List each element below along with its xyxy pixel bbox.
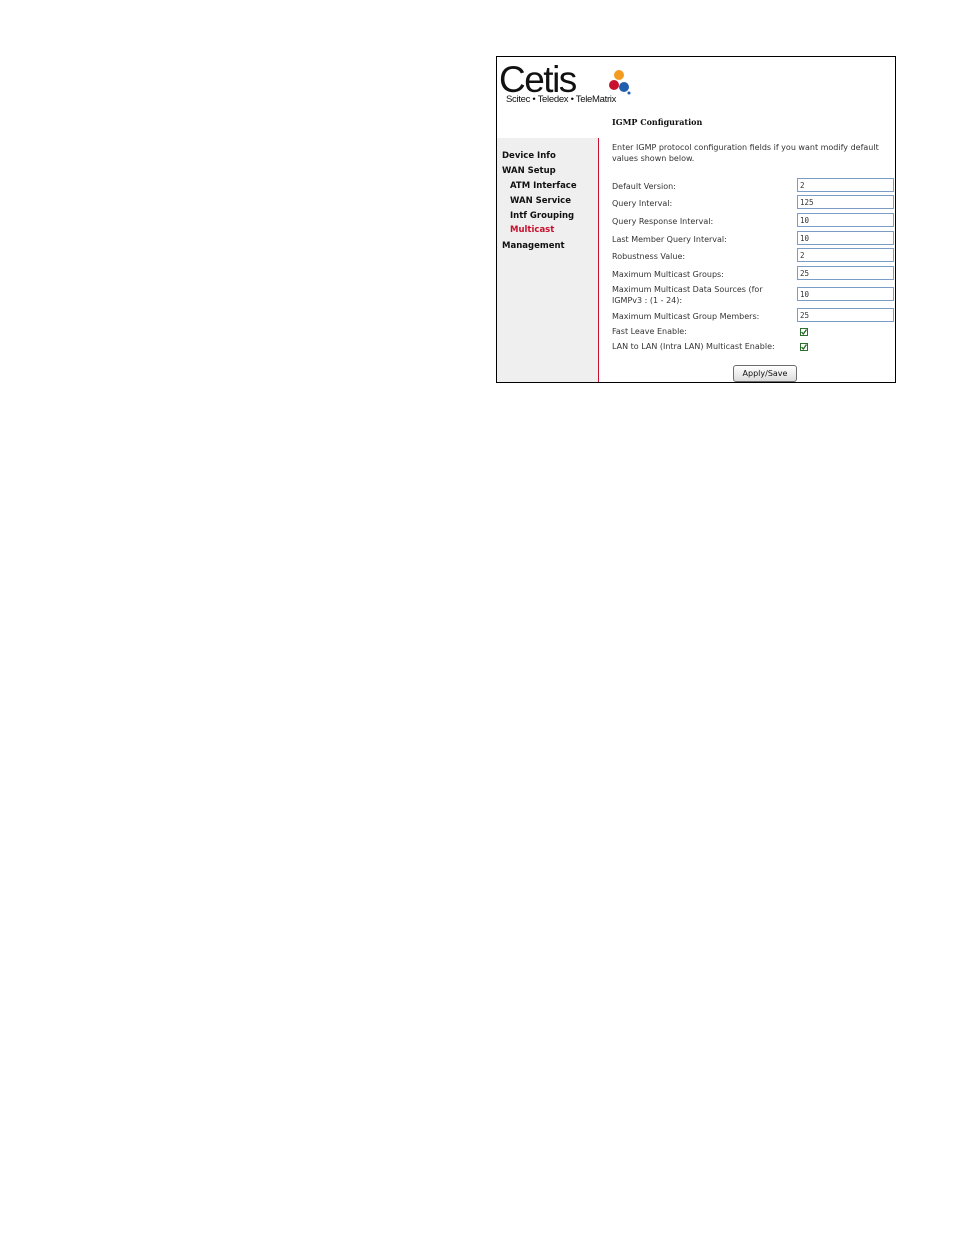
max-multicast-groups-label: Maximum Multicast Groups: [612,270,724,279]
fast-leave-checkbox[interactable] [800,328,808,336]
logo-tagline: Scitec • Teledex • TeleMatrix [506,94,617,105]
default-version-label: Default Version: [612,182,676,191]
query-response-interval-input[interactable] [797,213,894,227]
max-multicast-groups-input[interactable] [797,266,894,280]
query-interval-label: Query Interval: [612,199,673,208]
max-multicast-data-sources-input[interactable] [797,287,894,301]
brand-logo: Cetis Scitec • Teledex • TeleMatrix [499,61,639,111]
sidebar-item-device-info[interactable]: Device Info [502,151,556,161]
checkmark-icon [801,329,808,336]
sidebar-nav: Device Info WAN Setup ATM Interface WAN … [497,138,599,382]
sidebar-item-atm-interface[interactable]: ATM Interface [510,181,577,191]
sidebar-item-management[interactable]: Management [502,241,565,251]
page-title: IGMP Configuration [612,117,703,127]
checkmark-icon [801,344,808,351]
sidebar-item-wan-setup[interactable]: WAN Setup [502,166,556,176]
query-interval-input[interactable] [797,195,894,209]
last-member-query-interval-label: Last Member Query Interval: [612,235,727,244]
robustness-value-label: Robustness Value: [612,252,686,261]
router-config-window: Cetis Scitec • Teledex • TeleMatrix Devi… [496,56,896,383]
last-member-query-interval-input[interactable] [797,231,894,245]
sidebar-item-wan-service[interactable]: WAN Service [510,196,571,206]
apply-save-button[interactable]: Apply/Save [733,365,797,382]
max-multicast-data-sources-label: Maximum Multicast Data Sources (for IGMP… [612,285,763,305]
sidebar-item-intf-grouping[interactable]: Intf Grouping [510,211,574,221]
fast-leave-label: Fast Leave Enable: [612,327,687,336]
lan-to-lan-multicast-checkbox[interactable] [800,343,808,351]
robustness-value-input[interactable] [797,248,894,262]
logo-balls-icon [609,70,631,95]
max-multicast-group-members-input[interactable] [797,308,894,322]
lan-to-lan-multicast-label: LAN to LAN (Intra LAN) Multicast Enable: [612,342,775,351]
sidebar-item-multicast[interactable]: Multicast [510,225,554,235]
intro-text: Enter IGMP protocol configuration fields… [612,143,879,163]
default-version-input[interactable] [797,178,894,192]
query-response-interval-label: Query Response Interval: [612,217,714,226]
max-multicast-group-members-label: Maximum Multicast Group Members: [612,312,760,321]
